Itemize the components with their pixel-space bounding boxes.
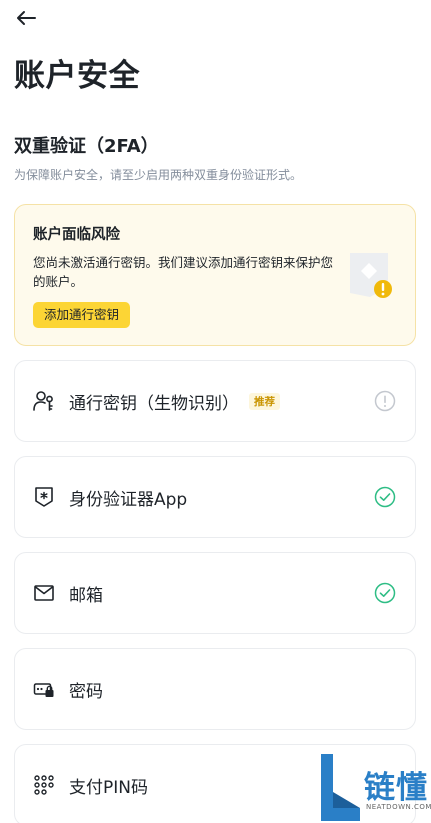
option-authenticator-app[interactable]: 身份验证器App (14, 456, 416, 538)
option-passkey[interactable]: 通行密钥（生物识别） 推荐 (14, 360, 416, 442)
mail-icon (33, 582, 55, 604)
page-title: 账户安全 (14, 58, 140, 94)
back-arrow-icon (17, 11, 36, 25)
pin-grid-icon (33, 774, 55, 796)
option-password-label: 密码 (69, 681, 103, 702)
option-pin-label: 支付PIN码 (69, 777, 148, 798)
option-authenticator-label: 身份验证器App (69, 489, 188, 510)
risk-warning-card: 账户面临风险 您尚未激活通行密钥。我们建议添加通行密钥来保护您的账户。 添加通行… (14, 204, 416, 346)
option-email-label: 邮箱 (69, 585, 103, 606)
check-circle-icon (374, 486, 396, 508)
add-passkey-button[interactable]: 添加通行密钥 (33, 302, 131, 328)
recommended-badge: 推荐 (249, 392, 280, 410)
authenticator-shield-icon (33, 486, 55, 508)
watermark-logo: 链懂 NEATDOWN.COM (318, 752, 431, 823)
option-passkey-label: 通行密钥（生物识别） (69, 393, 239, 414)
option-password[interactable]: 密码 (14, 648, 416, 730)
watermark-text: 链懂 (364, 770, 428, 806)
back-button[interactable] (12, 6, 40, 30)
section-description: 为保障账户安全，请至少启用两种双重身份验证形式。 (14, 168, 303, 182)
check-circle-icon (374, 582, 396, 604)
watermark-l-logo-icon (318, 752, 364, 823)
account-security-page: 账户安全 双重验证（2FA） 为保障账户安全，请至少启用两种双重身份验证形式。 … (0, 0, 431, 823)
section-title: 双重验证（2FA） (14, 136, 159, 157)
option-email[interactable]: 邮箱 (14, 552, 416, 634)
password-lock-icon (33, 678, 55, 700)
watermark-subtext: NEATDOWN.COM (366, 803, 431, 811)
risk-text: 您尚未激活通行密钥。我们建议添加通行密钥来保护您的账户。 (33, 255, 334, 289)
person-key-icon (33, 390, 55, 412)
warning-circle-icon (374, 390, 396, 412)
shield-warning-illustration-icon (350, 253, 392, 298)
risk-title: 账户面临风险 (33, 227, 120, 243)
